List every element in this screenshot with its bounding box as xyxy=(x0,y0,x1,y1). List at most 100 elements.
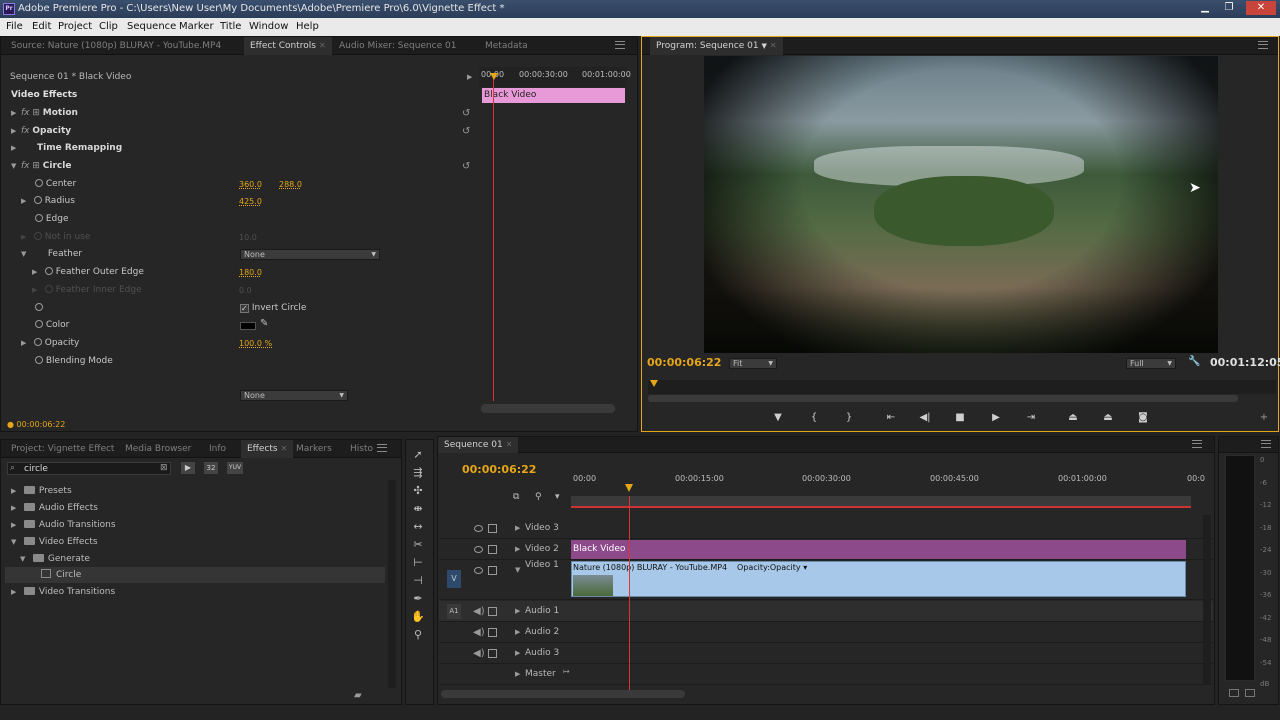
maximize-icon[interactable]: ❐ xyxy=(1218,1,1240,15)
panel-menu-icon[interactable] xyxy=(1192,440,1202,448)
timeline-timecode[interactable]: 00:00:06:22 xyxy=(462,463,536,476)
mark-out-icon[interactable]: } xyxy=(838,411,860,425)
eye-icon[interactable] xyxy=(474,567,483,574)
tab-metadata[interactable]: Metadata xyxy=(479,37,534,55)
lock-icon[interactable] xyxy=(488,628,497,637)
stopwatch-icon[interactable] xyxy=(33,338,42,346)
effect-opacity[interactable]: ▶ fx Opacity xyxy=(11,123,71,140)
lock-icon[interactable] xyxy=(488,524,497,533)
razor-tool-icon[interactable]: ✂ xyxy=(411,538,425,552)
clear-search-icon[interactable]: ⊠ xyxy=(160,463,168,473)
effect-circle[interactable]: ▼ fx ⊞ Circle xyxy=(11,158,71,175)
zoom-tool-icon[interactable]: ⚲ xyxy=(411,628,425,642)
tree-video-transitions[interactable]: ▶ Video Transitions xyxy=(11,584,115,601)
rate-stretch-tool-icon[interactable]: ↔ xyxy=(411,520,425,534)
accelerated-effects-icon[interactable]: ▶ xyxy=(181,462,195,474)
snap-icon[interactable]: ⧉ xyxy=(513,492,519,502)
tree-video-effects[interactable]: ▼ Video Effects xyxy=(11,534,98,551)
selection-tool-icon[interactable]: ➚ xyxy=(411,448,425,462)
tree-presets[interactable]: ▶ Presets xyxy=(11,483,72,500)
linked-selection-icon[interactable]: ⚲ xyxy=(535,492,542,502)
work-area-bar[interactable] xyxy=(571,496,1191,508)
ec-timecode[interactable]: ● 00:00:06:22 xyxy=(7,416,65,433)
param-feather[interactable]: ▼ Feather xyxy=(21,246,82,263)
step-back-icon[interactable]: ◀| xyxy=(914,411,936,425)
stopwatch-icon[interactable] xyxy=(35,303,43,311)
reset-icon[interactable]: ↺ xyxy=(462,158,470,175)
new-bin-folder-icon[interactable]: ▰ xyxy=(354,690,362,701)
effects-search-input[interactable]: circle xyxy=(24,463,48,475)
32bit-effects-icon[interactable]: 32 xyxy=(204,462,218,474)
track-target-a1[interactable]: A1 xyxy=(447,604,461,619)
track-audio-1[interactable]: A1 ◀) ▶ Audio 1 xyxy=(439,601,1213,622)
add-marker-icon[interactable]: ▾ xyxy=(555,492,560,502)
panel-menu-icon[interactable] xyxy=(1261,440,1271,448)
program-zoom-dropdown[interactable]: Fit xyxy=(729,358,777,369)
blending-mode-dropdown[interactable]: None xyxy=(240,390,348,401)
mark-in-icon[interactable]: { xyxy=(803,411,825,425)
menu-title[interactable]: Title xyxy=(220,18,241,36)
tab-history[interactable]: Histo xyxy=(344,440,379,458)
track-audio-3[interactable]: ◀) ▶ Audio 3 xyxy=(439,643,1213,664)
speaker-icon[interactable]: ◀) xyxy=(473,622,485,643)
close-icon[interactable]: ✕ xyxy=(1246,1,1276,15)
menu-sequence[interactable]: Sequence xyxy=(127,18,176,36)
clip-fx-opacity-dropdown[interactable]: Opacity:Opacity ▾ xyxy=(737,562,807,573)
track-master[interactable]: ▶ Master ↦ xyxy=(439,664,1213,685)
ec-expand-icon[interactable]: ▶ xyxy=(467,69,472,86)
tab-info[interactable]: Info xyxy=(203,440,232,458)
ec-timeline-ruler[interactable]: 00:00 00:00:30:00 00:01:00:00 xyxy=(479,67,631,87)
tree-generate[interactable]: ▼ Generate xyxy=(20,551,90,568)
stopwatch-icon[interactable] xyxy=(35,214,43,222)
program-quality-dropdown[interactable]: Full xyxy=(1126,358,1176,369)
ec-playhead-icon[interactable] xyxy=(490,73,498,80)
program-timecode[interactable]: 00:00:06:22 xyxy=(647,356,721,369)
ec-zoom-scrollbar[interactable] xyxy=(481,404,615,413)
panel-menu-icon[interactable] xyxy=(377,444,387,452)
menu-marker[interactable]: Marker xyxy=(179,18,214,36)
reset-icon[interactable]: ↺ xyxy=(462,123,470,140)
effect-time-remapping[interactable]: ▶ Time Remapping xyxy=(11,140,122,157)
play-icon[interactable]: ▶ xyxy=(985,411,1007,425)
master-expand-icon[interactable]: ↦ xyxy=(563,661,570,682)
solo-left-icon[interactable] xyxy=(1229,689,1239,697)
menu-project[interactable]: Project xyxy=(58,18,92,36)
clip-black-video[interactable]: Black Video xyxy=(571,540,1186,559)
eye-icon[interactable] xyxy=(474,525,483,532)
menu-help[interactable]: Help xyxy=(296,18,319,36)
export-frame-camera-icon[interactable]: ◙ xyxy=(1132,411,1154,425)
color-swatch[interactable] xyxy=(240,322,256,330)
tab-sequence[interactable]: Sequence 01 ✕ xyxy=(438,437,519,453)
settings-wrench-icon[interactable]: 🔧 xyxy=(1188,356,1200,367)
tree-audio-effects[interactable]: ▶ Audio Effects xyxy=(11,500,98,517)
add-marker-icon[interactable]: ▼ xyxy=(767,411,789,425)
eyedropper-icon[interactable]: ✎ xyxy=(260,318,268,329)
program-time-ruler[interactable] xyxy=(648,380,1276,394)
stopwatch-icon[interactable] xyxy=(33,196,42,204)
speaker-icon[interactable]: ◀) xyxy=(473,601,485,622)
tab-markers[interactable]: Markers xyxy=(290,440,338,458)
tab-effect-controls[interactable]: Effect Controls ✕ xyxy=(244,37,332,55)
ripple-edit-tool-icon[interactable]: ✣ xyxy=(411,484,425,498)
eye-icon[interactable] xyxy=(474,546,483,553)
timeline-ruler[interactable]: 00:00 00:00:15:00 00:00:30:00 00:00:45:0… xyxy=(571,470,1205,496)
tab-project[interactable]: Project: Vignette Effect xyxy=(5,440,120,458)
speaker-icon[interactable]: ◀) xyxy=(473,643,485,664)
panel-menu-icon[interactable] xyxy=(615,41,625,49)
ec-clip-black-video[interactable]: Black Video xyxy=(482,88,625,103)
track-audio-2[interactable]: ◀) ▶ Audio 2 xyxy=(439,622,1213,643)
panel-menu-icon[interactable] xyxy=(1258,41,1268,49)
effects-search-box[interactable]: ⌕ circle ⊠ xyxy=(7,462,171,475)
yuv-effects-icon[interactable]: YUV xyxy=(227,462,243,474)
feather-outer-value[interactable]: 180.0 xyxy=(239,264,262,281)
tab-media-browser[interactable]: Media Browser xyxy=(119,440,197,458)
track-select-tool-icon[interactable]: ⇶ xyxy=(411,466,425,480)
stopwatch-icon[interactable] xyxy=(44,267,53,275)
pen-tool-icon[interactable]: ✒ xyxy=(411,592,425,606)
opacity-value[interactable]: 100.0 % xyxy=(239,335,272,352)
timeline-playhead-icon[interactable] xyxy=(625,484,633,492)
slide-tool-icon[interactable]: ⊣ xyxy=(411,574,425,588)
tab-program[interactable]: Program: Sequence 01 ▼ ✕ xyxy=(650,37,783,55)
hand-tool-icon[interactable]: ✋ xyxy=(411,610,425,624)
reset-icon[interactable]: ↺ xyxy=(462,105,470,122)
